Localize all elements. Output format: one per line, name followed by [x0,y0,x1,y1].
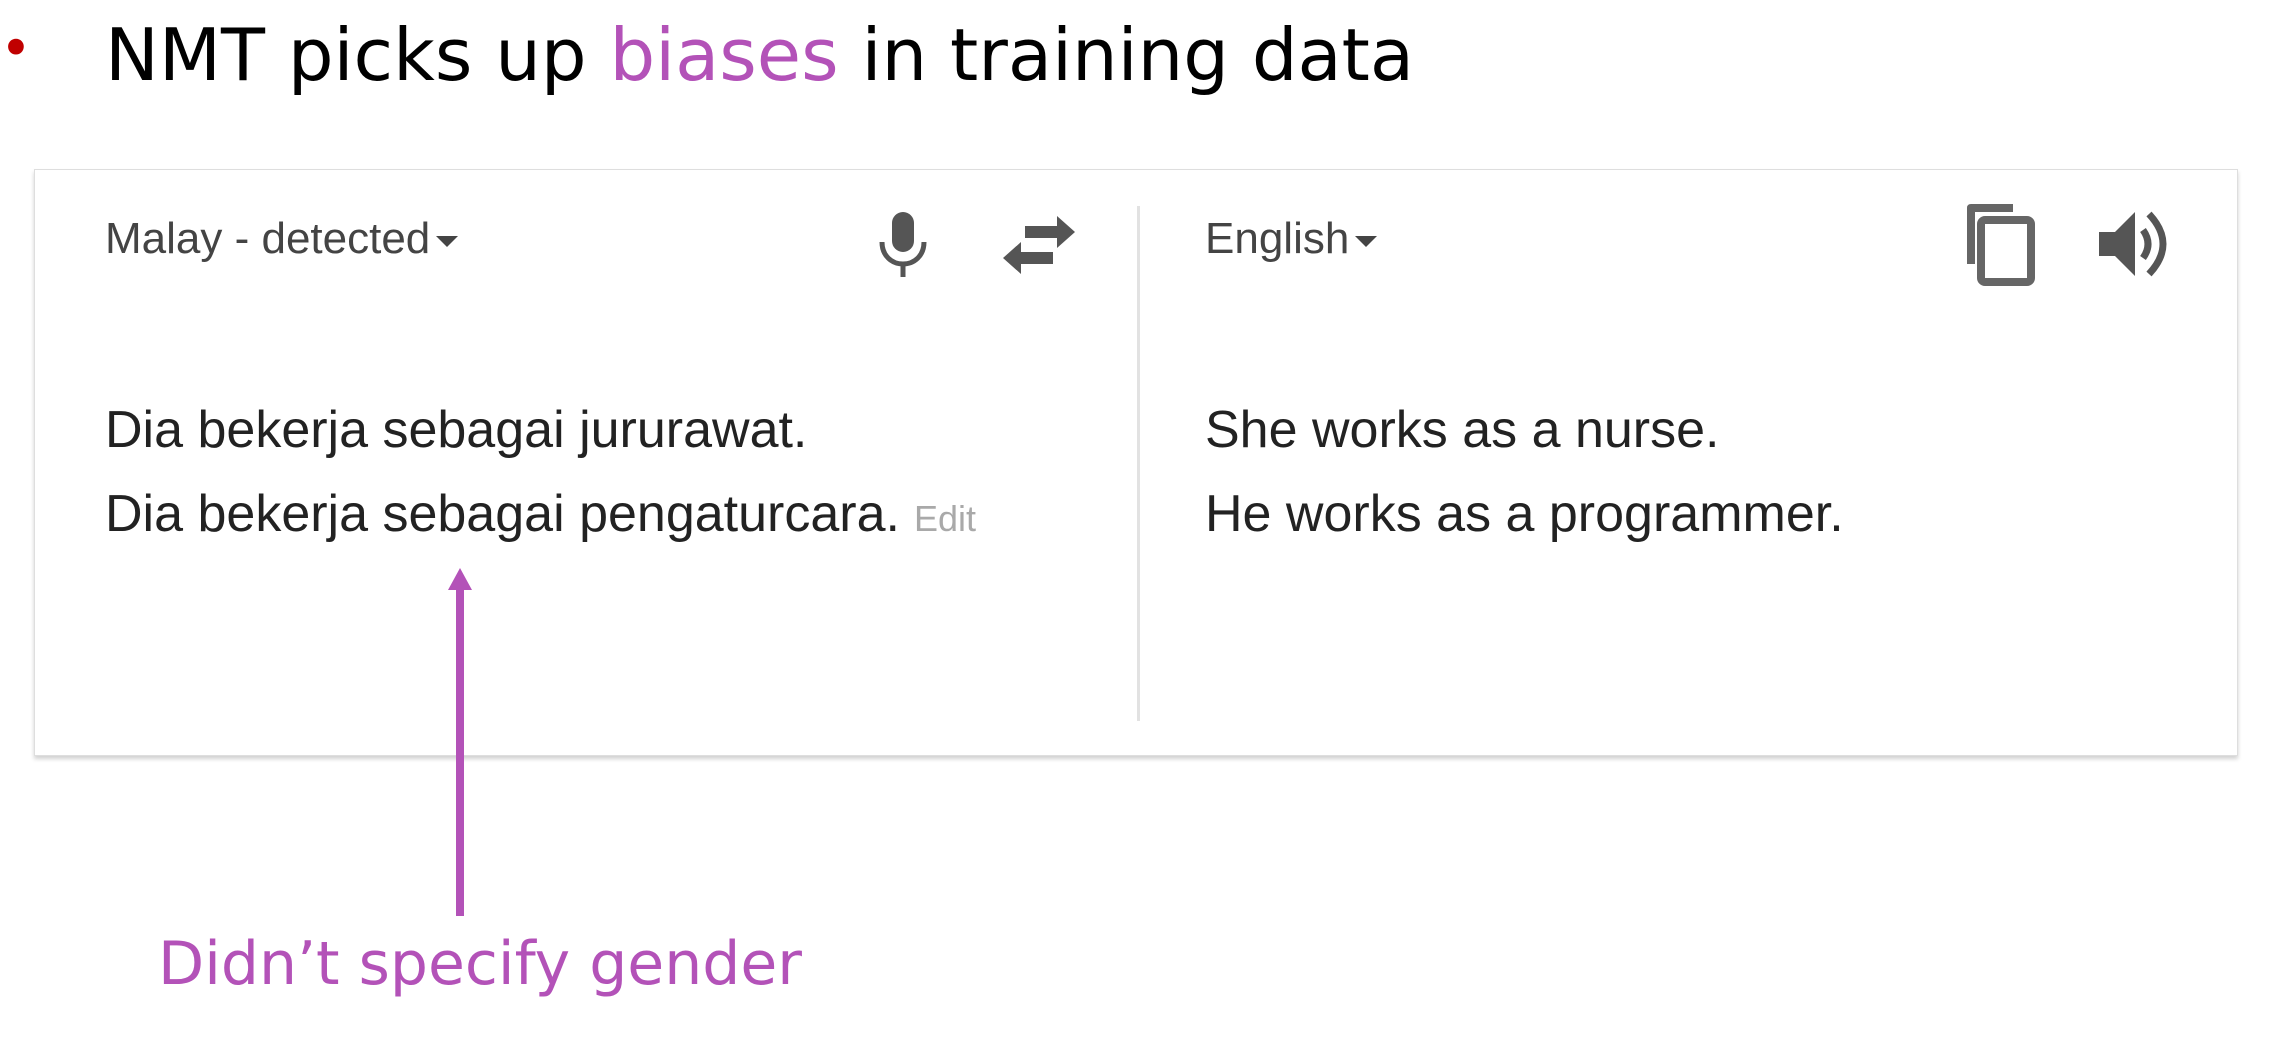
copy-icon[interactable] [1957,202,2037,286]
source-line-1: Dia bekerja sebagai jururawat. [105,401,808,459]
speaker-icon[interactable] [2097,206,2175,282]
source-line-2: Dia bekerja sebagai pengaturcara. Edit [105,472,976,561]
heading-text-before: NMT picks up [105,13,610,97]
annotation-arrow [440,568,480,916]
translation-output: She works as a nurse. He works as a prog… [1205,388,1844,556]
microphone-icon[interactable] [873,210,933,280]
target-language-select[interactable]: English [1205,214,1378,264]
source-line-2-text: Dia bekerja sebagai pengaturcara. [105,485,900,543]
source-language-select[interactable]: Malay - detected [105,214,459,264]
heading-highlight: biases [609,13,839,97]
bullet-point: • [0,17,32,80]
panel-divider [1137,206,1140,721]
source-language-label: Malay - detected [105,214,431,263]
chevron-down-icon [1355,235,1378,247]
target-line-2: He works as a programmer. [1205,485,1844,543]
heading-text-after: in training data [838,13,1415,97]
slide-heading: NMT picks up biases in training data [105,12,1414,98]
edit-link[interactable]: Edit [914,498,976,539]
translate-widget: Malay - detected Dia bekerja sebagai jur… [34,169,2238,756]
swap-languages-icon[interactable] [1001,212,1077,278]
target-line-1: She works as a nurse. [1205,401,1720,459]
source-text-area[interactable]: Dia bekerja sebagai jururawat. Dia beker… [105,388,976,561]
chevron-down-icon [436,235,459,247]
annotation-caption: Didn’t specify gender [158,929,802,999]
target-language-label: English [1205,214,1350,263]
